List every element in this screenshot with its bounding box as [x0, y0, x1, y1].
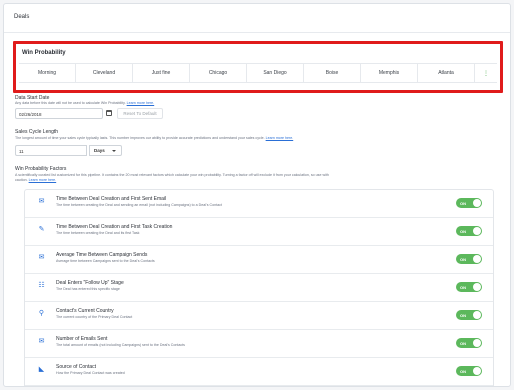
chevron-down-icon	[112, 150, 116, 152]
factor-description: Average time between Campaigns sent to t…	[56, 259, 155, 263]
factors-label: Win Probability Factors	[15, 166, 67, 172]
data-start-learn-more-link[interactable]: Learn more here.	[127, 101, 155, 105]
factor-toggle[interactable]: ON	[456, 226, 482, 236]
header-divider	[4, 32, 510, 33]
tab-chicago[interactable]: Chicago	[190, 64, 247, 82]
more-tabs-icon[interactable]: ⋮	[475, 64, 497, 82]
sales-cycle-learn-more-link[interactable]: Learn more here.	[266, 136, 294, 140]
list-item: ⚲ Contact's Current Country The current …	[25, 302, 493, 330]
factor-title: Time Between Deal Creation and First Tas…	[56, 224, 173, 230]
sales-cycle-unit-select[interactable]: Days	[89, 145, 122, 156]
list-item: ✉ Average Time Between Campaign Sends Av…	[25, 246, 493, 274]
page-title: Deals	[14, 14, 30, 20]
tab-just-fine[interactable]: Just fine	[133, 64, 190, 82]
factor-toggle[interactable]: ON	[456, 198, 482, 208]
tab-memphis[interactable]: Memphis	[361, 64, 418, 82]
factor-description: The time between creating the Deal and i…	[56, 231, 140, 235]
stage-icon: ☷	[38, 282, 45, 289]
factors-list: ✉ Time Between Deal Creation and First S…	[24, 189, 494, 386]
win-probability-title: Win Probability	[22, 50, 66, 56]
factor-title: Deal Enters "Follow Up" Stage	[56, 280, 124, 286]
factor-title: Source of Contact	[56, 364, 97, 370]
factors-hint-line1: A scientifically curated list customized…	[15, 173, 329, 177]
list-item: ✉ Number of Emails Sent The total amount…	[25, 330, 493, 358]
factor-title: Number of Emails Sent	[56, 336, 108, 342]
location-icon: ⚲	[38, 310, 45, 317]
win-probability-panel: Win Probability Morning Cleveland Just f…	[13, 41, 503, 93]
factor-toggle[interactable]: ON	[456, 254, 482, 264]
list-item: ☷ Deal Enters "Follow Up" Stage The Deal…	[25, 274, 493, 302]
sales-cycle-label: Sales Cycle Length	[15, 129, 59, 135]
factor-title: Average Time Between Campaign Sends	[56, 252, 148, 258]
tab-morning[interactable]: Morning	[19, 64, 76, 82]
task-icon: ✎	[38, 226, 45, 233]
sales-cycle-input[interactable]: 11	[15, 145, 87, 156]
data-start-hint: Any data before this date will not be us…	[15, 101, 155, 105]
data-start-date-input[interactable]: 02/26/2018	[15, 108, 103, 119]
factor-description: The Deal has entered this specific stage	[56, 287, 120, 291]
tab-cleveland[interactable]: Cleveland	[76, 64, 133, 82]
factor-toggle[interactable]: ON	[456, 338, 482, 348]
sales-cycle-hint: The longest amount of time your sales cy…	[15, 136, 294, 140]
list-item: ✎ Time Between Deal Creation and First T…	[25, 218, 493, 246]
email-icon: ✉	[38, 198, 45, 205]
tab-boise[interactable]: Boise	[304, 64, 361, 82]
factors-learn-more-link[interactable]: Learn more here.	[29, 178, 57, 182]
factor-description: The time between creating the Deal and s…	[56, 203, 222, 207]
factor-description: The current country of the Primary Deal …	[56, 315, 133, 319]
tab-atlanta[interactable]: Atlanta	[418, 64, 475, 82]
pipeline-tabs: Morning Cleveland Just fine Chicago San …	[19, 63, 497, 83]
list-item: ✉ Time Between Deal Creation and First S…	[25, 190, 493, 218]
factor-title: Contact's Current Country	[56, 308, 114, 314]
reset-to-default-button[interactable]: Reset To Default	[117, 108, 163, 119]
rss-icon: ◣	[38, 366, 45, 373]
factor-toggle[interactable]: ON	[456, 282, 482, 292]
campaign-icon: ✉	[38, 254, 45, 261]
factors-hint-line2: caution. Learn more here.	[15, 178, 57, 182]
factor-toggle[interactable]: ON	[456, 366, 482, 376]
factor-title: Time Between Deal Creation and First Sen…	[56, 196, 167, 202]
calendar-icon[interactable]	[106, 110, 112, 116]
list-item: ◣ Source of Contact How the Primary Deal…	[25, 358, 493, 386]
email-icon: ✉	[38, 338, 45, 345]
factor-description: How the Primary Deal Contact was created	[56, 371, 125, 375]
factor-description: The total amount of emails (not includin…	[56, 343, 185, 347]
tab-san-diego[interactable]: San Diego	[247, 64, 304, 82]
deals-settings-page: Deals Win Probability Morning Cleveland …	[3, 3, 511, 387]
factor-toggle[interactable]: ON	[456, 310, 482, 320]
